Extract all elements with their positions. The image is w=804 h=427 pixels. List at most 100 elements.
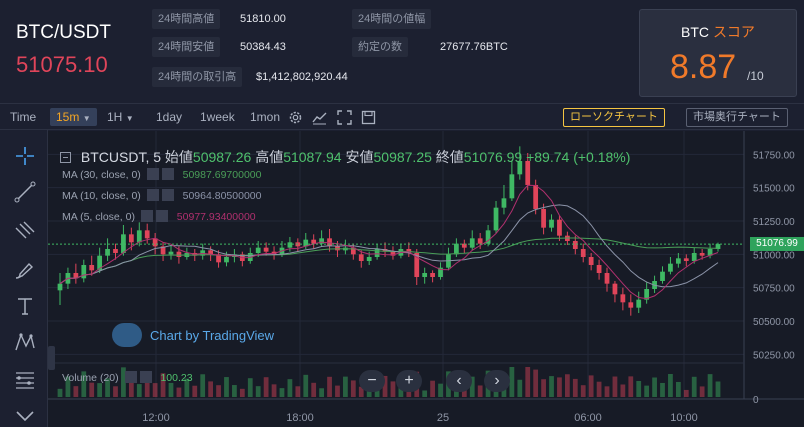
volume-bar — [224, 377, 229, 397]
candle-down — [263, 247, 269, 252]
candle-down — [89, 265, 95, 271]
settings-icon[interactable] — [146, 189, 159, 201]
volume-bar — [311, 382, 317, 397]
zoom-out-button[interactable]: − — [359, 370, 385, 392]
volume-bar — [263, 377, 269, 397]
candle-up — [469, 238, 475, 248]
interval-15m-label: 15m — [56, 110, 80, 124]
volume-bar — [255, 386, 261, 397]
settings-icon[interactable] — [140, 210, 153, 222]
candle-down — [477, 238, 483, 244]
candle-up — [374, 249, 380, 257]
fullscreen-icon[interactable] — [336, 109, 353, 126]
low-label: 安値 — [345, 149, 374, 165]
candle-up — [501, 198, 507, 208]
candle-up — [224, 257, 229, 263]
close-value: 51076.99 — [463, 149, 523, 165]
depth-chart-button[interactable]: 市場奥行チャート — [686, 108, 788, 127]
close-icon[interactable] — [161, 189, 174, 201]
volume-bar — [97, 383, 103, 397]
volume-bar — [588, 375, 594, 397]
stat-label-24h-high: 24時間高値 — [152, 9, 221, 29]
fib-levels-icon[interactable] — [13, 368, 37, 392]
stat-value-24h-high: 51810.00 — [240, 13, 286, 25]
last-price: 51075.10 — [16, 52, 108, 77]
settings-icon[interactable] — [124, 371, 137, 383]
candle-down — [541, 209, 546, 228]
volume-bar — [113, 386, 118, 397]
y-tick-label: 50500.00 — [753, 317, 795, 328]
pitchfork-icon[interactable] — [13, 220, 37, 244]
volume-label: Volume (20) — [62, 372, 119, 384]
volume-bar — [232, 385, 237, 397]
volume-bar — [430, 380, 435, 397]
drawing-toolbar — [0, 130, 48, 427]
pattern-icon[interactable] — [13, 330, 37, 354]
save-icon[interactable] — [360, 109, 377, 126]
brush-icon[interactable] — [13, 258, 37, 282]
stat-value-24h-low: 50384.43 — [240, 41, 286, 53]
volume-bar — [239, 388, 245, 397]
open-value: 50987.26 — [192, 149, 252, 165]
candle-down — [580, 249, 586, 257]
volume-bar — [612, 376, 618, 397]
y-tick-label: 50750.00 — [753, 284, 795, 295]
stat-label-24h-range: 24時間の値幅 — [352, 9, 432, 29]
zoom-in-button[interactable]: + — [396, 370, 422, 392]
tradingview-watermark[interactable]: Chart by TradingView — [112, 323, 274, 347]
low-value: 50987.25 — [373, 149, 432, 165]
collapse-icon[interactable] — [60, 152, 71, 163]
candle-down — [620, 294, 626, 303]
chevron-down-icon: ▼ — [82, 114, 91, 123]
scroll-right-button[interactable]: › — [484, 370, 510, 392]
interval-1week[interactable]: 1week — [200, 108, 235, 126]
candle-up — [105, 249, 110, 256]
panel-toggle-handle[interactable] — [48, 346, 55, 370]
crosshair-icon[interactable] — [13, 144, 37, 168]
candle-up — [168, 251, 174, 255]
candlestick-chart-button[interactable]: ローソクチャート — [563, 108, 665, 127]
trend-line-icon[interactable] — [13, 180, 37, 204]
stat-value-24h-volume: $1,412,802,920.44 — [256, 71, 348, 83]
close-icon[interactable] — [161, 168, 174, 180]
ohlc-legend: BTCUSDT, 5 始値50987.26 高値51087.94 安値50987… — [60, 147, 630, 167]
scroll-left-button[interactable]: ‹ — [446, 370, 472, 392]
volume-bar — [200, 374, 206, 397]
volume-bar — [136, 384, 142, 397]
volume-bar — [699, 386, 705, 397]
volume-bar — [216, 385, 221, 397]
volume-bar — [319, 388, 324, 397]
volume-bar — [279, 388, 285, 397]
x-tick-label: 06:00 — [574, 412, 602, 424]
volume-bar — [303, 374, 309, 397]
volume-bar — [335, 385, 340, 397]
close-icon[interactable] — [139, 371, 152, 383]
ma30-line — [59, 237, 719, 285]
candle-up — [136, 230, 142, 243]
close-icon[interactable] — [155, 210, 168, 222]
candle-down — [335, 246, 340, 251]
time-label: Time — [10, 110, 37, 124]
settings-icon[interactable] — [146, 168, 159, 180]
volume-value: 100.23 — [160, 372, 193, 384]
volume-bar — [176, 387, 182, 397]
interval-1mon[interactable]: 1mon — [250, 108, 280, 126]
candle-up — [287, 242, 293, 248]
candle-down — [358, 254, 364, 261]
volume-bar — [192, 385, 198, 397]
current-price-label: 51076.99 — [750, 237, 804, 252]
chevron-down-icon[interactable] — [14, 406, 36, 426]
text-icon[interactable] — [13, 294, 37, 318]
y-tick-label: 0 — [753, 395, 759, 406]
interval-1day[interactable]: 1day — [156, 108, 182, 126]
gear-icon[interactable] — [287, 109, 304, 126]
interval-15m[interactable]: 15m ▼ — [50, 108, 97, 126]
tradingview-logo-icon — [112, 323, 142, 347]
price-chart[interactable]: 51750.00 51500.00 51250.00 51000.00 50750.00… — [48, 131, 804, 427]
interval-1h[interactable]: 1H ▼ — [107, 108, 134, 126]
indicators-icon[interactable] — [311, 109, 328, 126]
volume-bar — [604, 386, 610, 397]
candle-up — [675, 258, 681, 264]
volume-bar — [557, 377, 562, 397]
volume-bar — [168, 382, 174, 397]
